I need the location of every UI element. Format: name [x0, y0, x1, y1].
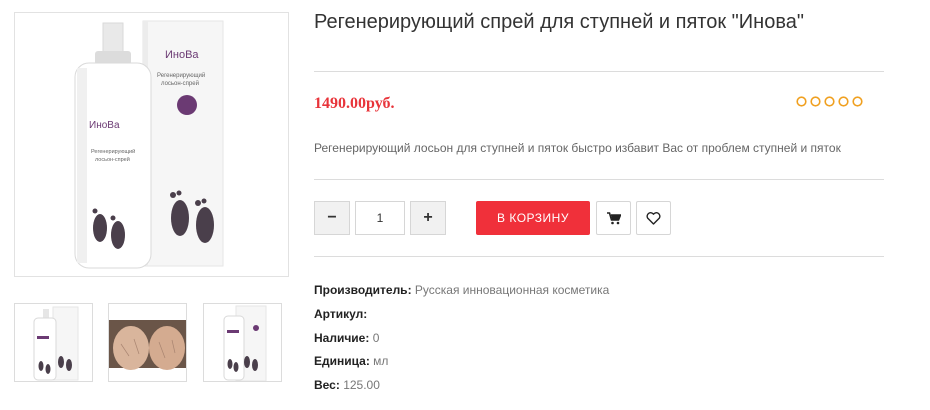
star-icon[interactable] [824, 96, 835, 107]
quantity-increase-button[interactable]: + [410, 201, 446, 235]
spec-label: Производитель: [314, 283, 412, 297]
spec-value: Русская инновационная косметика [414, 283, 610, 297]
spec-label: Вес: [314, 378, 340, 392]
bottle-line-2: лосьон-спрей [95, 156, 130, 163]
thumbnail-bottle-image [33, 306, 79, 381]
product-photo: ИноВа Регенерирующий лосьон-спрей ИноВа … [74, 20, 224, 269]
spec-label: Наличие: [314, 331, 370, 345]
spec-value: 0 [372, 331, 380, 345]
spec-value: мл [373, 354, 389, 368]
star-icon[interactable] [796, 96, 807, 107]
divider [314, 179, 884, 180]
star-icon[interactable] [838, 96, 849, 107]
rating-stars[interactable] [796, 96, 863, 107]
box-line-2: лосьон-спрей [161, 80, 199, 87]
quantity-input[interactable] [355, 201, 405, 235]
spec-label: Единица: [314, 354, 370, 368]
divider [314, 256, 884, 257]
spec-manufacturer: Производитель: Русская инновационная кос… [314, 283, 609, 297]
add-to-cart-button[interactable]: В КОРЗИНУ [476, 201, 590, 235]
thumbnail-bottle[interactable] [14, 303, 93, 382]
box-brand-label: ИноВа [165, 49, 199, 61]
star-icon[interactable] [852, 96, 863, 107]
thumbnail-heels[interactable] [108, 303, 187, 382]
spec-value: 125.00 [343, 378, 380, 392]
thumbnail-box[interactable] [203, 303, 282, 382]
star-icon[interactable] [810, 96, 821, 107]
spec-article: Артикул: [314, 307, 367, 321]
divider [314, 71, 884, 72]
spec-weight: Вес: 125.00 [314, 378, 380, 392]
spec-availability: Наличие: 0 [314, 331, 379, 345]
quantity-decrease-button[interactable]: − [314, 201, 350, 235]
wishlist-button[interactable] [636, 201, 671, 235]
product-title: Регенерирующий спрей для ступней и пяток… [314, 11, 804, 33]
box-line-1: Регенерирующий [157, 72, 205, 79]
thumbnail-heels-image [109, 320, 186, 370]
thumbnail-box-image [223, 305, 267, 381]
bottle-line-1: Регенерирующий [91, 148, 135, 155]
spec-unit: Единица: мл [314, 354, 388, 368]
spec-label: Артикул: [314, 307, 368, 321]
quick-cart-button[interactable] [596, 201, 631, 235]
product-description: Регенерирующий лосьон для ступней и пято… [314, 141, 841, 155]
product-main-image[interactable]: ИноВа Регенерирующий лосьон-спрей ИноВа … [14, 12, 289, 277]
bottle-brand-label: ИноВа [89, 120, 120, 131]
cart-icon [606, 211, 621, 224]
product-price: 1490.00руб. [314, 95, 395, 112]
heart-icon [646, 211, 661, 225]
